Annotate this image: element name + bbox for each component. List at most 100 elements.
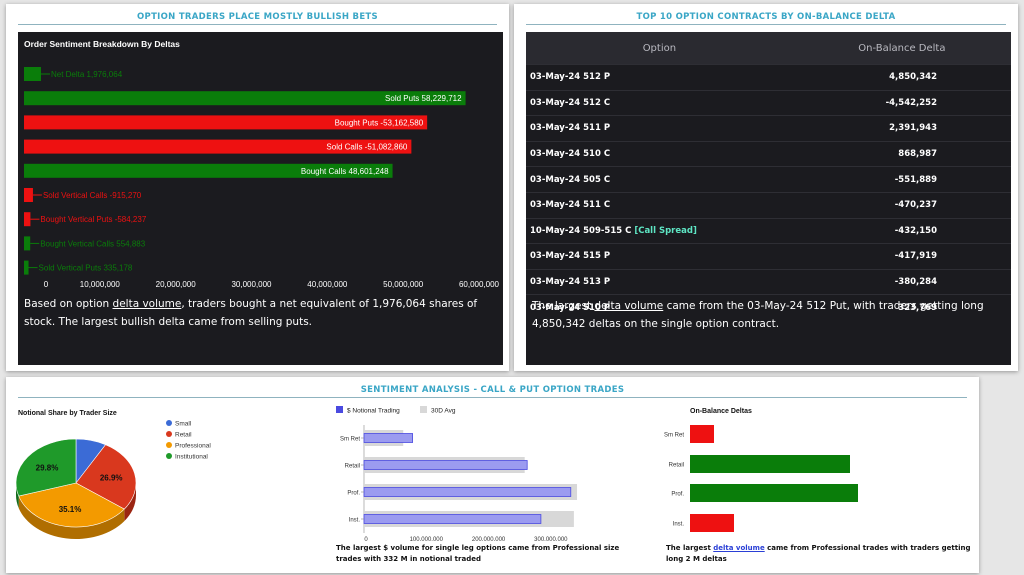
option-name: 03-May-24 511 C: [530, 200, 611, 211]
bar-label: Net Delta 1,976,064: [51, 70, 123, 79]
delta-cell: -380,284: [792, 268, 1011, 295]
table-body: 03-May-24 512 P 4,850,342 03-May-24 512 C -…: [526, 64, 1011, 320]
table-row[interactable]: 03-May-24 513 P -380,284: [526, 268, 1011, 295]
sentiment-analysis-panel: SENTIMENT ANALYSIS - CALL & PUT OPTION T…: [6, 377, 979, 573]
obd-bar[interactable]: [690, 425, 714, 443]
table-row[interactable]: 10-May-24 509-515 C [Call Spread] -432,15…: [526, 217, 1011, 244]
x-tick-label: 50,000,000: [383, 280, 424, 289]
order-sentiment-panel-title: OPTION TRADERS PLACE MOSTLY BULLISH BETS: [137, 12, 378, 22]
bar-label: Bought Puts -53,162,580: [335, 118, 424, 127]
option-cell: 03-May-24 511 C: [526, 191, 793, 219]
y-tick-label: Prof.: [671, 492, 684, 498]
x-tick-label: 20,000,000: [156, 280, 197, 289]
top-contracts-panel-title: TOP 10 OPTION CONTRACTS BY ON-BALANCE DE…: [636, 12, 896, 22]
legend-swatch: [166, 442, 172, 448]
table-row[interactable]: 03-May-24 511 P 2,391,943: [526, 115, 1011, 142]
sentiment-bar[interactable]: [24, 236, 31, 251]
option-name: 03-May-24 511 P: [530, 123, 611, 134]
table-row[interactable]: 03-May-24 512 P 4,850,342: [526, 64, 1011, 91]
option-cell: 03-May-24 505 C: [526, 166, 793, 193]
delta-cell: -551,889: [792, 166, 1011, 193]
sentiment-bar[interactable]: [24, 212, 31, 227]
pie-slice-label: 29.8%: [36, 463, 59, 472]
legend-label[interactable]: Institutional: [175, 454, 208, 461]
sentiment-bar[interactable]: [24, 67, 41, 81]
legend-swatch: [166, 420, 172, 426]
table-row[interactable]: 03-May-24 511 C -470,237: [526, 191, 1011, 219]
table-row[interactable]: 03-May-24 515 P -417,919: [526, 243, 1011, 270]
notional-caption: The largest $ volume for single leg opti…: [336, 544, 620, 563]
title-rule: [526, 24, 1006, 25]
sentiment-bar[interactable]: [24, 188, 33, 202]
delta-cell: -417,919: [792, 243, 1011, 270]
order-sentiment-caption: Based on option delta volume, traders bo…: [24, 295, 494, 331]
legend-label[interactable]: Small: [175, 421, 192, 428]
delta-volume-link[interactable]: delta volume: [713, 544, 764, 552]
option-name: 03-May-24 513 P: [530, 277, 611, 288]
order-sentiment-chart: Order Sentiment Breakdown By Deltas Net …: [24, 39, 500, 289]
obd-bar[interactable]: [690, 455, 850, 473]
option-cell: 03-May-24 515 P: [526, 243, 793, 270]
delta-volume-link[interactable]: delta volume: [594, 300, 663, 312]
x-tick-label: 100,000,000: [410, 537, 444, 541]
sentiment-analysis-panel-title: SENTIMENT ANALYSIS - CALL & PUT OPTION T…: [360, 385, 625, 395]
bar-label: Sold Vertical Calls -915,270: [43, 191, 142, 200]
option-name: 03-May-24 505 C: [530, 174, 611, 185]
order-sentiment-dark-area: Order Sentiment Breakdown By Deltas Net …: [18, 32, 503, 365]
delta-cell: -432,150: [792, 217, 1011, 244]
option-cell: 03-May-24 510 C: [526, 140, 793, 167]
table-header-row: Option On-Balance Delta: [526, 32, 1011, 65]
option-name: 03-May-24 512 P: [530, 72, 611, 83]
option-cell: 03-May-24 512 C: [526, 89, 793, 116]
x-tick-label: 40,000,000: [307, 280, 348, 289]
notional-bar[interactable]: [363, 487, 572, 497]
option-cell: 03-May-24 512 P: [526, 64, 793, 91]
legend-label[interactable]: $ Notional Trading: [347, 408, 400, 415]
spread-tag: [Call Spread]: [634, 225, 697, 236]
pie-slice-label: 26.9%: [100, 473, 123, 482]
delta-cell: 4,850,342: [792, 64, 1011, 91]
option-cell: 03-May-24 513 P: [526, 268, 793, 295]
obd-bar[interactable]: [690, 514, 734, 532]
table-row[interactable]: 03-May-24 510 C 868,987: [526, 140, 1011, 167]
on-balance-deltas-chart: On-Balance Deltas Sm Ret Retail Prof. Inst.: [664, 408, 858, 532]
y-tick-label: Retail: [345, 464, 360, 470]
caption-text: Based on option: [24, 298, 113, 310]
legend-label[interactable]: Retail: [175, 432, 192, 439]
bar-label: Sold Vertical Puts 335,178: [39, 264, 133, 273]
option-name: 10-May-24 509-515 C: [530, 225, 632, 236]
legend-label[interactable]: Professional: [175, 443, 211, 450]
table-row[interactable]: 03-May-24 512 C -4,542,252: [526, 89, 1011, 116]
order-sentiment-panel: OPTION TRADERS PLACE MOSTLY BULLISH BETS…: [6, 4, 509, 371]
x-tick-label: 60,000,000: [459, 280, 500, 289]
caption-text: The largest: [532, 300, 595, 312]
legend-swatch: [336, 406, 343, 413]
x-tick-label: 30,000,000: [231, 280, 272, 289]
title-rule: [18, 24, 497, 25]
obd-bar[interactable]: [690, 484, 858, 502]
legend-label[interactable]: 30D Avg: [431, 408, 456, 415]
delta-cell: -4,542,252: [792, 89, 1011, 116]
delta-cell: 2,391,943: [792, 115, 1011, 142]
notional-bar[interactable]: [363, 433, 413, 443]
table-row[interactable]: 03-May-24 505 C -551,889: [526, 166, 1011, 193]
bar-label: Bought Vertical Puts -584,237: [40, 215, 146, 224]
pie-slice-label: 35.1%: [59, 505, 82, 514]
x-tick-label: 200,000,000: [472, 537, 506, 541]
option-cell: 10-May-24 509-515 C [Call Spread]: [526, 217, 793, 244]
top-contracts-caption: The largest delta volume came from the 0…: [532, 297, 1002, 333]
column-header-delta[interactable]: On-Balance Delta: [792, 32, 1011, 65]
option-name: 03-May-24 512 C: [530, 97, 611, 108]
notional-bar[interactable]: [363, 514, 542, 524]
delta-volume-link[interactable]: delta volume: [113, 298, 182, 310]
column-header-option[interactable]: Option: [526, 32, 793, 65]
legend-swatch: [420, 406, 427, 413]
notional-share-pie-chart: Notional Share by Trader Size 26.9% 35.1%…: [15, 410, 211, 539]
delta-cell: -470,237: [792, 191, 1011, 219]
top-contracts-dark-area: Option On-Balance Delta 03-May-24 512 P 4…: [526, 32, 1011, 365]
bar-label: Sold Calls -51,082,860: [326, 143, 407, 152]
sentiment-bar[interactable]: [24, 260, 29, 275]
pie-chart-title: Notional Share by Trader Size: [18, 410, 117, 417]
notional-bar[interactable]: [363, 460, 528, 470]
obd-caption: The largest delta volume came from Profe…: [666, 543, 976, 565]
